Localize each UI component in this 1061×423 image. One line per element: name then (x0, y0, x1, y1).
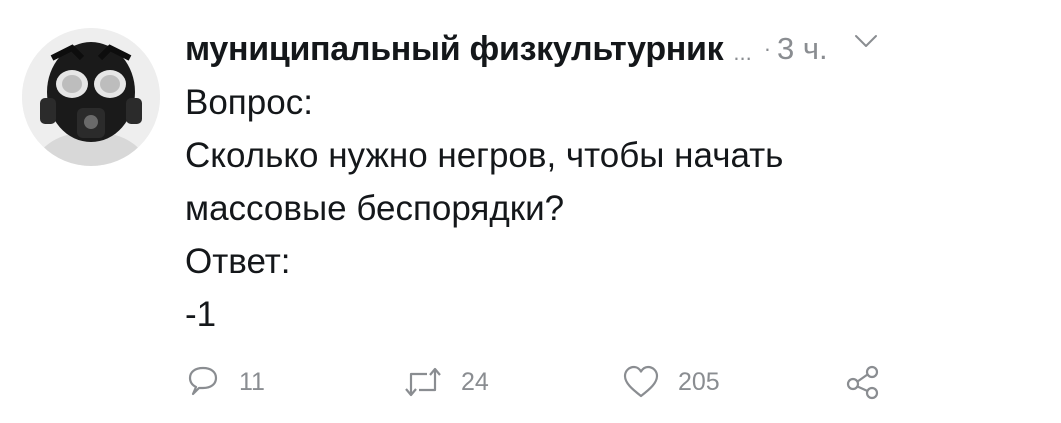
reply-icon (188, 366, 218, 396)
retweet-icon (405, 367, 441, 397)
display-name[interactable]: муниципальный физкультурник (185, 30, 724, 69)
tweet-line: Ответ: (185, 242, 291, 281)
separator: · (763, 36, 772, 61)
avatar[interactable] (22, 28, 160, 166)
chevron-down-icon[interactable] (854, 34, 878, 53)
retweet-button[interactable]: 24 (403, 362, 489, 402)
share-icon (846, 365, 879, 400)
tweet-line: Вопрос: (185, 83, 313, 122)
tweet-text: Вопрос: Сколько нужно негров, чтобы нача… (185, 76, 945, 341)
heart-icon (623, 365, 659, 398)
like-button[interactable]: 205 (622, 362, 720, 402)
timestamp[interactable]: 3 ч. (777, 31, 828, 67)
retweet-count: 24 (461, 367, 489, 396)
name-truncation: ... (733, 40, 752, 65)
like-count: 205 (678, 367, 720, 396)
tweet[interactable]: муниципальный физкультурник ... · 3 ч. В… (0, 0, 1061, 423)
reply-button[interactable]: 11 (185, 362, 265, 402)
tweet-header: муниципальный физкультурник ... · 3 ч. (185, 24, 878, 74)
gas-mask-icon (22, 28, 160, 166)
tweet-actions: 11 24 205 (185, 362, 945, 402)
reply-count: 11 (239, 367, 265, 396)
share-button[interactable] (845, 362, 881, 402)
tweet-line: Сколько нужно негров, чтобы начать (185, 136, 784, 175)
tweet-line: -1 (185, 295, 217, 334)
tweet-line: массовые беспорядки? (185, 189, 565, 228)
